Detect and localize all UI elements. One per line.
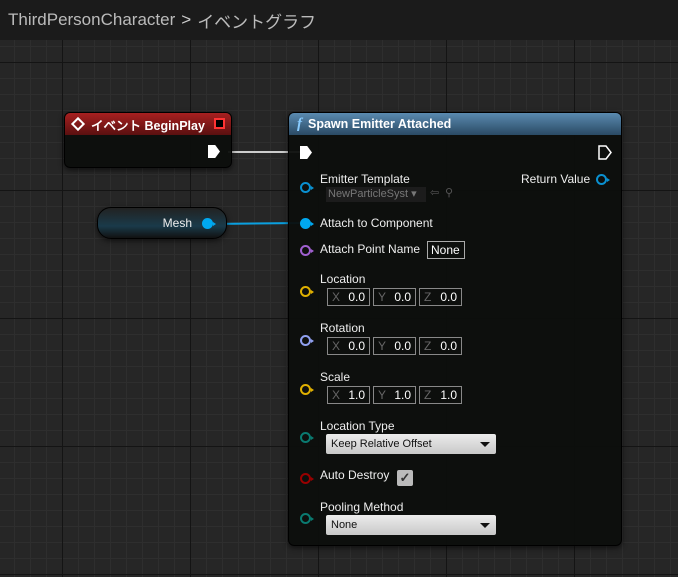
pooling-method-label: Pooling Method (320, 500, 404, 514)
rotation-y-input[interactable]: Y 0.0 (373, 337, 416, 355)
location-label: Location (320, 272, 366, 286)
rotation-x-input[interactable]: X 0.0 (327, 337, 370, 355)
event-diamond-icon (70, 116, 86, 132)
location-type-label: Location Type (320, 419, 395, 433)
scale-y-input[interactable]: Y 1.0 (373, 386, 416, 404)
attach-to-component-pin[interactable] (300, 218, 314, 229)
function-icon: f (297, 115, 302, 132)
dropdown-arrow-icon (480, 441, 490, 447)
exec-out-pin[interactable] (208, 145, 220, 158)
auto-destroy-checkbox[interactable]: ✓ (397, 470, 413, 486)
delegate-pin-icon[interactable] (214, 118, 225, 129)
attach-to-component-label: Attach to Component (320, 216, 433, 230)
rotation-z-input[interactable]: Z 0.0 (419, 337, 462, 355)
rotation-fields: X 0.0 Y 0.0 Z 0.0 (327, 337, 462, 355)
location-z-input[interactable]: Z 0.0 (419, 288, 462, 306)
use-selected-arrow-icon[interactable]: ⇦ (430, 186, 439, 199)
location-fields: X 0.0 Y 0.0 Z 0.0 (327, 288, 462, 306)
function-title: Spawn Emitter Attached (308, 117, 452, 131)
attach-point-name-input[interactable]: None (427, 241, 465, 259)
rotation-label: Rotation (320, 321, 365, 335)
emitter-template-pin[interactable] (300, 182, 314, 193)
browse-search-icon[interactable]: ⚲ (445, 186, 453, 199)
location-pin[interactable] (300, 286, 314, 297)
scale-label: Scale (320, 370, 351, 384)
return-value-label: Return Value (521, 172, 591, 186)
scale-pin[interactable] (300, 384, 314, 395)
mesh-label: Mesh (162, 216, 192, 230)
pooling-method-pin[interactable] (300, 513, 314, 524)
auto-destroy-pin[interactable] (300, 473, 314, 484)
event-title: イベント BeginPlay (91, 118, 205, 133)
return-value-pin[interactable] (596, 174, 610, 185)
location-type-dropdown[interactable]: Keep Relative Offset (326, 434, 496, 454)
location-y-input[interactable]: Y 0.0 (373, 288, 416, 306)
attach-point-name-label: Attach Point Name (320, 242, 421, 256)
attach-point-name-pin[interactable] (300, 245, 314, 256)
auto-destroy-label: Auto Destroy (320, 468, 390, 482)
emitter-template-select[interactable]: NewParticleSyst ▾ (326, 187, 426, 202)
pooling-method-dropdown[interactable]: None (326, 515, 496, 535)
mesh-output-pin[interactable] (202, 218, 216, 229)
mesh-variable-node[interactable]: Mesh (97, 207, 227, 239)
location-x-input[interactable]: X 0.0 (327, 288, 370, 306)
event-beginplay-node[interactable]: イベント BeginPlay (64, 112, 232, 168)
scale-x-input[interactable]: X 1.0 (327, 386, 370, 404)
scale-z-input[interactable]: Z 1.0 (419, 386, 462, 404)
exec-out-pin[interactable] (598, 145, 612, 160)
location-type-pin[interactable] (300, 432, 314, 443)
dropdown-arrow-icon (480, 522, 490, 528)
scale-fields: X 1.0 Y 1.0 Z 1.0 (327, 386, 462, 404)
rotation-pin[interactable] (300, 335, 314, 346)
emitter-template-label: Emitter Template (320, 172, 410, 186)
